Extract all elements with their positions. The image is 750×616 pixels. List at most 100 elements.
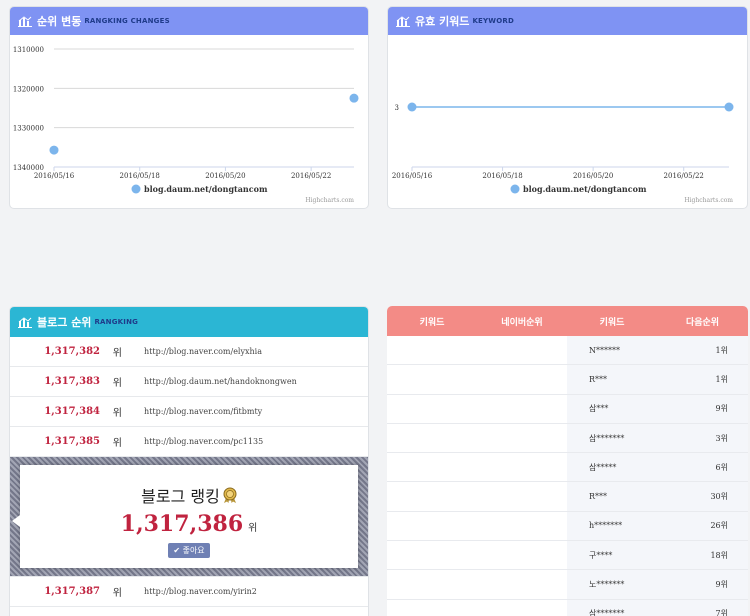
rank-cell: 26위: [710, 521, 728, 531]
keyword-rank-table: 키워드 네이버순위 키워드 다음순위 N****** 1위 R*** 1위 삼*** 9위…: [387, 306, 748, 616]
x-tick-label: 2016/05/16: [34, 172, 75, 180]
rank-cell: 30위: [710, 492, 728, 502]
keyword-cell: 삼*****: [589, 462, 617, 472]
rank-cell: 3위: [715, 433, 728, 443]
x-tick-label: 2016/05/16: [392, 172, 433, 180]
blog-rank-card: 블로그 순위 RANGKING 1,317,382 위 http://blog.…: [9, 306, 369, 616]
naver-cell: [387, 541, 567, 570]
blog-link[interactable]: http://blog.naver.com/fitbmty: [144, 407, 262, 416]
keyword-cell: N******: [589, 345, 620, 355]
table-row: R*** 30위: [387, 482, 748, 512]
data-point: [407, 102, 417, 112]
rank-cell: 6위: [715, 462, 728, 472]
naver-cell: [387, 599, 567, 616]
data-point: [724, 102, 734, 112]
table-row: 삼***** 6위: [387, 453, 748, 483]
rank-cell: 9위: [715, 580, 728, 590]
legend-marker: [131, 184, 141, 194]
current-rank-number: 1,317,386 위: [20, 511, 358, 537]
keyword-chart: 2016/05/16 2016/05/18 2016/05/20 2016/05/22…: [392, 102, 734, 204]
daum-cell: h******* 26위: [567, 511, 748, 541]
card-title: 순위 변동: [37, 15, 82, 28]
rank-unit: 위: [112, 588, 122, 599]
x-tick-label: 2016/05/20: [205, 172, 245, 180]
daum-cell: 삼******* 7위: [567, 599, 748, 616]
keyword-cell: R***: [589, 374, 608, 384]
card-subtitle: KEYWORD: [472, 17, 514, 25]
naver-cell: [387, 394, 567, 423]
bar-chart-icon: [18, 316, 32, 328]
daum-cell: R*** 30위: [567, 482, 748, 511]
keyword-header: 유효 키워드 KEYWORD: [388, 7, 747, 35]
current-rank-value: 1,317,386: [120, 511, 244, 537]
daum-cell: R*** 1위: [567, 365, 748, 394]
rank-row[interactable]: 1,317,387 위 http://blog.naver.com/yirin2: [10, 577, 368, 607]
legend-marker: [510, 184, 520, 194]
keyword-cell: 삼***: [589, 404, 609, 414]
current-rank-highlight: 블로그 랭킹 1,317,386 위 ✔ 좋아요: [10, 457, 368, 577]
like-button[interactable]: ✔ 좋아요: [168, 543, 210, 558]
table-row: 삼******* 7위: [387, 599, 748, 616]
data-point: [349, 93, 359, 103]
keyword-cell: 삼*******: [589, 609, 625, 616]
blog-link[interactable]: http://blog.daum.net/handoknongwen: [144, 377, 297, 386]
y-tick-label: 1330000: [13, 125, 44, 133]
card-subtitle: RANGKING CHANGES: [84, 17, 170, 25]
rank-unit: 위: [112, 438, 122, 449]
rank-cell: 7위: [715, 609, 728, 616]
x-tick-label: 2016/05/22: [291, 172, 331, 180]
medal-icon: [223, 487, 237, 503]
keyword-cell: 삼*******: [589, 433, 625, 443]
y-tick-label: 3: [395, 104, 399, 112]
rank-unit: 위: [112, 348, 122, 359]
col-header-naver-rank: 네이버순위: [501, 317, 543, 328]
chart-credit: Highcharts.com: [684, 197, 733, 204]
naver-cell: [387, 423, 567, 453]
table-row: 구**** 18위: [387, 541, 748, 571]
x-tick-label: 2016/05/18: [120, 172, 160, 180]
card-title: 블로그 순위: [37, 316, 92, 329]
table-row: N****** 1위: [387, 336, 748, 366]
keyword-cell: 구****: [589, 550, 613, 560]
table-row: R*** 1위: [387, 365, 748, 395]
naver-cell: [387, 511, 567, 541]
col-header-keyword: 키워드: [599, 317, 625, 328]
rank-row[interactable]: 1,317,383 위 http://blog.daum.net/handokn…: [10, 367, 368, 397]
blog-link[interactable]: http://blog.naver.com/pc1135: [144, 437, 263, 446]
rank-cell: 1위: [715, 374, 728, 384]
bar-chart-icon: [18, 15, 32, 27]
like-label: 좋아요: [182, 546, 205, 555]
keyword-table-header: 키워드 네이버순위 키워드 다음순위: [387, 306, 748, 336]
rank-number: 1,317,387: [44, 586, 100, 597]
naver-cell: [387, 336, 567, 365]
daum-cell: 노******* 9위: [567, 570, 748, 599]
blog-ranking-label: 블로그 랭킹: [141, 487, 220, 506]
legend-label: blog.daum.net/dongtancom: [144, 184, 268, 194]
blog-link[interactable]: http://blog.naver.com/yirin2: [144, 587, 257, 596]
rank-change-chart: 1310000 1320000 1330000 13400002016/05/16 20…: [13, 46, 359, 204]
x-tick-label: 2016/05/18: [482, 172, 522, 180]
rank-row[interactable]: 1,317,385 위 http://blog.naver.com/pc1135: [10, 427, 368, 457]
rank-unit: 위: [112, 408, 122, 419]
naver-cell: [387, 482, 567, 511]
rank-number: 1,317,385: [44, 436, 100, 447]
naver-cell: [387, 570, 567, 599]
rank-number: 1,317,384: [44, 406, 100, 417]
daum-cell: 삼******* 3위: [567, 423, 748, 453]
y-tick-label: 1320000: [13, 85, 44, 93]
data-point: [49, 145, 59, 155]
rank-unit: 위: [112, 378, 122, 389]
blog-ranking-title: 블로그 랭킹: [20, 483, 358, 507]
daum-cell: N****** 1위: [567, 336, 748, 365]
blog-link[interactable]: http://blog.naver.com/elyxhia: [144, 347, 262, 356]
keyword-card: 유효 키워드 KEYWORD 2016/05/16 2016/05/18 2016/…: [387, 6, 748, 209]
naver-cell: [387, 365, 567, 394]
rank-cell: 18위: [710, 550, 728, 560]
rank-row[interactable]: 1,317,384 위 http://blog.naver.com/fitbmt…: [10, 397, 368, 427]
card-title: 유효 키워드: [415, 15, 470, 28]
rank-row[interactable]: 1,317,382 위 http://blog.naver.com/elyxhi…: [10, 337, 368, 367]
daum-cell: 삼*** 9위: [567, 394, 748, 423]
keyword-table-body: N****** 1위 R*** 1위 삼*** 9위 삼******* 3위 삼***** 6위 R…: [387, 336, 748, 616]
daum-cell: 구**** 18위: [567, 541, 748, 570]
x-tick-label: 2016/05/20: [573, 172, 613, 180]
